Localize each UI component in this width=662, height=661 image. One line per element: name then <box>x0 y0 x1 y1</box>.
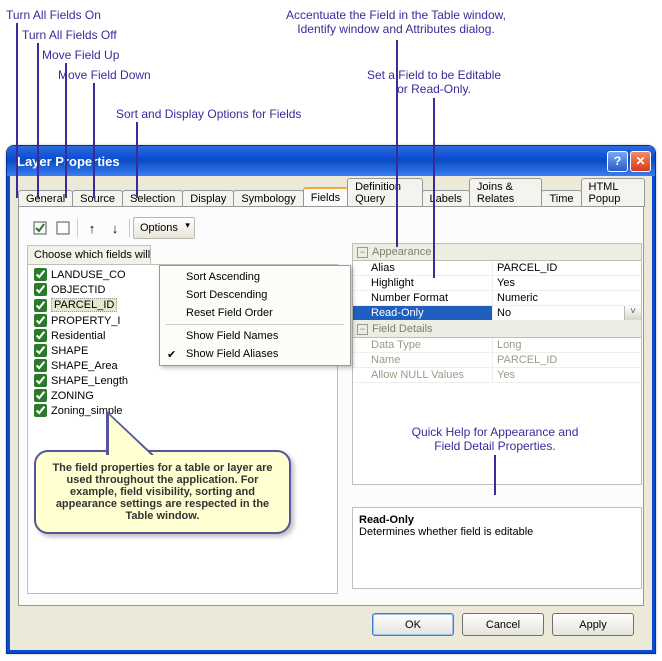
menu-sort-ascending[interactable]: Sort Ascending <box>162 268 348 286</box>
prop-value: Yes <box>493 368 641 382</box>
tab-fields[interactable]: Fields <box>303 187 348 206</box>
field-label: PARCEL_ID <box>51 298 117 312</box>
field-checkbox[interactable] <box>34 374 47 387</box>
uncheck-all-icon <box>56 221 70 235</box>
field-label: LANDUSE_CO <box>51 269 126 281</box>
menu-label: Show Field Aliases <box>186 348 278 360</box>
prop-value[interactable]: PARCEL_ID <box>493 261 641 275</box>
tab-joins-relates[interactable]: Joins & Relates <box>469 178 543 207</box>
category-field-details[interactable]: −Field Details <box>353 321 641 338</box>
tab-html-popup[interactable]: HTML Popup <box>581 178 645 207</box>
field-checkbox[interactable] <box>34 389 47 402</box>
speech-callout: The field properties for a table or laye… <box>34 450 291 534</box>
field-checkbox[interactable] <box>34 344 47 357</box>
prop-key: Allow NULL Values <box>353 368 493 382</box>
category-label: Appearance <box>372 246 431 258</box>
menu-sort-descending[interactable]: Sort Descending <box>162 286 348 304</box>
help-body: Determines whether field is editable <box>359 526 533 538</box>
prop-value-dropdown[interactable]: No <box>493 306 641 320</box>
close-button[interactable]: ✕ <box>630 151 651 172</box>
prop-key: Number Format <box>353 291 493 305</box>
tab-strip: General Source Selection Display Symbolo… <box>18 184 644 206</box>
category-label: Field Details <box>372 323 433 335</box>
prop-key: Read-Only <box>353 306 493 320</box>
fields-toolbar: ↑ ↓ Options <box>27 215 635 241</box>
tab-source[interactable]: Source <box>72 190 123 207</box>
quick-help-box: Read-Only Determines whether field is ed… <box>352 507 642 589</box>
prop-name: NamePARCEL_ID <box>353 353 641 368</box>
prop-value: PARCEL_ID <box>493 353 641 367</box>
help-title: Read-Only <box>359 514 635 526</box>
all-fields-off-button[interactable] <box>52 217 74 239</box>
prop-key: Name <box>353 353 493 367</box>
menu-show-field-names[interactable]: Show Field Names <box>162 327 348 345</box>
field-checkbox[interactable] <box>34 268 47 281</box>
collapse-icon[interactable]: − <box>357 247 368 258</box>
tab-selection[interactable]: Selection <box>122 190 183 207</box>
callout-sort-opts: Sort and Display Options for Fields <box>116 107 301 121</box>
menu-show-field-aliases[interactable]: ✔ Show Field Aliases <box>162 345 348 363</box>
prop-value[interactable]: Yes <box>493 276 641 290</box>
field-label: PROPERTY_I <box>51 315 121 327</box>
list-item[interactable]: Zoning_simple <box>28 403 337 418</box>
field-label: SHAPE_Area <box>51 360 118 372</box>
field-label: ZONING <box>51 390 94 402</box>
prop-number-format[interactable]: Number FormatNumeric <box>353 291 641 306</box>
options-menu: Sort Ascending Sort Descending Reset Fie… <box>159 265 351 366</box>
callout-quickhelp: Quick Help for Appearance and Field Deta… <box>380 425 610 454</box>
prop-data-type: Data TypeLong <box>353 338 641 353</box>
prop-highlight[interactable]: HighlightYes <box>353 276 641 291</box>
all-fields-on-button[interactable] <box>29 217 51 239</box>
list-item[interactable]: SHAPE_Length <box>28 373 337 388</box>
menu-reset-order[interactable]: Reset Field Order <box>162 304 348 322</box>
prop-read-only[interactable]: Read-OnlyNo <box>353 306 641 321</box>
prop-key: Alias <box>353 261 493 275</box>
move-down-button[interactable]: ↓ <box>104 217 126 239</box>
callout-all-on: Turn All Fields On <box>6 8 101 22</box>
callout-all-off: Turn All Fields Off <box>22 28 117 42</box>
callout-editable: Set a Field to be Editable or Read-Only. <box>344 68 524 97</box>
field-label: Residential <box>51 330 105 342</box>
prop-key: Highlight <box>353 276 493 290</box>
choose-fields-label: Choose which fields will <box>27 245 151 264</box>
field-checkbox[interactable] <box>34 404 47 417</box>
field-label: SHAPE <box>51 345 88 357</box>
callout-accent: Accentuate the Field in the Table window… <box>266 8 526 37</box>
field-checkbox[interactable] <box>34 314 47 327</box>
tab-symbology[interactable]: Symbology <box>233 190 303 207</box>
field-label: OBJECTID <box>51 284 105 296</box>
check-icon: ✔ <box>167 348 176 361</box>
field-checkbox[interactable] <box>34 299 47 312</box>
titlebar: Layer Properties ? ✕ <box>7 146 655 176</box>
tab-display[interactable]: Display <box>182 190 234 207</box>
field-label: SHAPE_Length <box>51 375 128 387</box>
move-up-button[interactable]: ↑ <box>81 217 103 239</box>
ok-button[interactable]: OK <box>372 613 454 636</box>
check-all-icon <box>33 221 47 235</box>
window-title: Layer Properties <box>17 154 120 169</box>
cancel-button[interactable]: Cancel <box>462 613 544 636</box>
prop-value[interactable]: Numeric <box>493 291 641 305</box>
dialog-button-row: OK Cancel Apply <box>372 613 634 636</box>
options-button[interactable]: Options <box>133 217 195 239</box>
callout-move-down: Move Field Down <box>58 68 151 82</box>
callout-move-up: Move Field Up <box>42 48 119 62</box>
apply-button[interactable]: Apply <box>552 613 634 636</box>
prop-value: Long <box>493 338 641 352</box>
field-checkbox[interactable] <box>34 283 47 296</box>
layer-properties-dialog: Layer Properties ? ✕ General Source Sele… <box>6 145 656 654</box>
field-checkbox[interactable] <box>34 359 47 372</box>
fields-panel: ↑ ↓ Options Choose which fields will LAN… <box>18 206 644 606</box>
prop-allow-null: Allow NULL ValuesYes <box>353 368 641 383</box>
prop-key: Data Type <box>353 338 493 352</box>
tab-time[interactable]: Time <box>541 190 581 207</box>
help-button[interactable]: ? <box>607 151 628 172</box>
prop-alias[interactable]: AliasPARCEL_ID <box>353 261 641 276</box>
field-checkbox[interactable] <box>34 329 47 342</box>
collapse-icon[interactable]: − <box>357 324 368 335</box>
tab-labels[interactable]: Labels <box>422 190 470 207</box>
menu-label: Show Field Names <box>186 330 278 342</box>
list-item[interactable]: ZONING <box>28 388 337 403</box>
tab-definition-query[interactable]: Definition Query <box>347 178 422 207</box>
